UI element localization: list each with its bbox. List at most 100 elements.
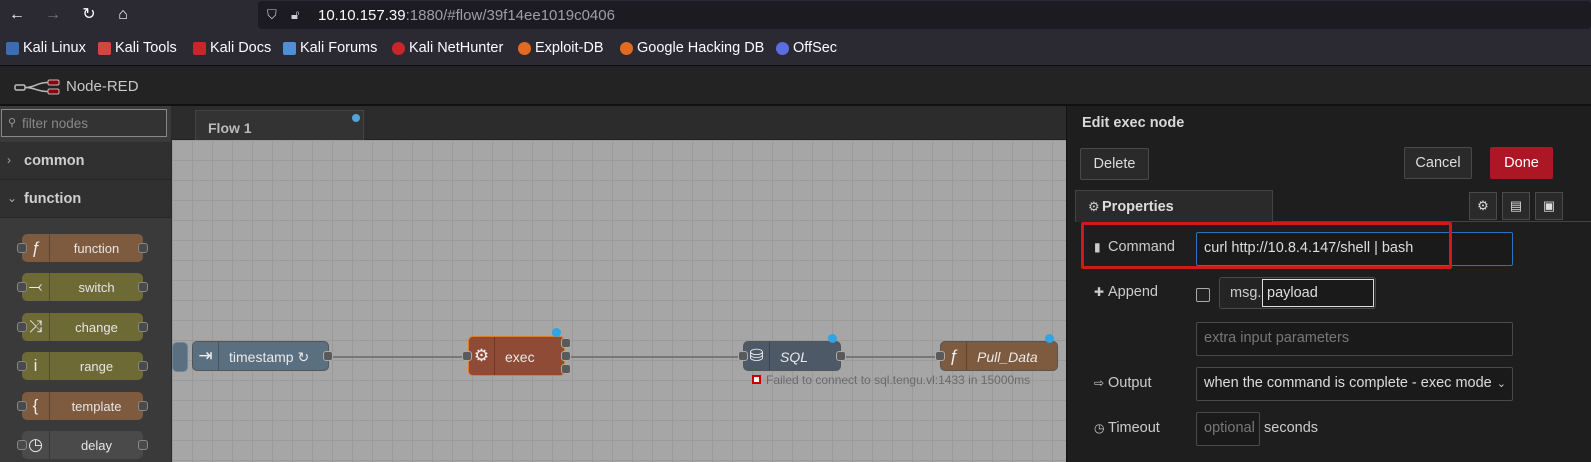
workspace-tabs: Flow 1 <box>172 106 1066 140</box>
palette-node-function[interactable]: ƒ function <box>17 234 148 262</box>
command-highlight-box <box>1081 222 1452 269</box>
append-checkbox[interactable] <box>1196 288 1210 302</box>
append-msg-field: msg. payload <box>1219 277 1376 309</box>
home-icon[interactable]: ⌂ <box>112 4 134 26</box>
flow-node-timestamp[interactable]: ⇥ timestamp ↻ <box>192 341 329 371</box>
cancel-button[interactable]: Cancel <box>1404 147 1472 179</box>
bookmark-kali-linux[interactable]: Kali Linux <box>6 40 86 56</box>
seconds-label: seconds <box>1264 420 1319 436</box>
error-status-icon <box>752 375 761 384</box>
timer-icon: ◷ <box>22 431 50 459</box>
input-port[interactable] <box>462 351 472 361</box>
kali-tools-icon <box>98 41 111 55</box>
bookmark-kali-nethunter[interactable]: Kali NetHunter <box>392 40 503 56</box>
timeout-input[interactable]: optional <box>1196 412 1260 446</box>
changed-dot <box>552 328 561 337</box>
plus-icon: ✚ <box>1094 285 1105 299</box>
shield-icon: ⛉ <box>267 7 277 22</box>
inject-icon: ⇥ <box>193 342 219 370</box>
palette-node-range[interactable]: i range <box>17 352 148 380</box>
timeout-label: ◷ Timeout <box>1094 420 1160 436</box>
inject-button[interactable] <box>172 342 188 372</box>
offsec-icon <box>776 41 789 55</box>
bookmark-kali-tools[interactable]: Kali Tools <box>98 40 177 56</box>
output-port[interactable] <box>561 338 571 348</box>
filter-nodes-input[interactable]: ⚲ filter nodes <box>1 109 167 137</box>
browser-toolbar: ← → ↻ ⌂ ⛉ 🔓︎ 10.10.157.39:1880/#flow/39f… <box>0 0 1591 30</box>
palette-node-switch[interactable]: ⤙ switch <box>17 273 148 301</box>
settings-gear-button[interactable]: ⚙ <box>1469 192 1497 220</box>
reload-icon[interactable]: ↻ <box>78 4 100 26</box>
wire[interactable] <box>568 356 744 358</box>
address-bar[interactable]: ⛉ 🔓︎ 10.10.157.39:1880/#flow/39f14ee1019… <box>258 1 1591 29</box>
wire[interactable] <box>329 356 469 358</box>
range-icon: i <box>22 352 50 380</box>
changed-dot <box>828 334 837 343</box>
clock-icon: ◷ <box>1094 421 1105 435</box>
forward-icon[interactable]: → <box>42 4 64 26</box>
tab-properties[interactable]: ⚙ Properties <box>1075 190 1273 222</box>
done-button[interactable]: Done <box>1490 147 1553 179</box>
input-port[interactable] <box>738 351 748 361</box>
nethunter-icon <box>392 41 405 55</box>
gear-icon: ⚙ <box>469 337 495 375</box>
palette-node-delay[interactable]: ◷ delay <box>17 431 148 459</box>
url-text: 10.10.157.39:1880/#flow/39f14ee1019c0406 <box>318 7 615 24</box>
sql-status-text: Failed to connect to sql.tengu.vl:1433 i… <box>766 373 1031 387</box>
output-port[interactable] <box>323 351 333 361</box>
app-title: Node-RED <box>66 78 139 95</box>
node-red-logo <box>14 79 60 95</box>
output-port[interactable] <box>561 364 571 374</box>
back-icon[interactable]: ← <box>6 4 28 26</box>
template-icon: { <box>22 392 50 420</box>
category-function[interactable]: ⌄ function <box>0 180 171 218</box>
append-property-input[interactable]: payload <box>1262 279 1374 307</box>
changed-dot <box>352 114 360 122</box>
edit-tray: Edit exec node Delete Cancel Done ⚙ Prop… <box>1066 106 1591 462</box>
insecure-lock-icon[interactable]: 🔓︎ <box>291 7 299 23</box>
input-port[interactable] <box>935 351 945 361</box>
description-button[interactable]: ▤ <box>1502 192 1530 220</box>
change-icon: ⤨ <box>22 313 50 341</box>
delete-button[interactable]: Delete <box>1080 148 1149 180</box>
function-icon: ƒ <box>22 234 50 262</box>
tray-title: Edit exec node <box>1082 115 1185 131</box>
flow-canvas[interactable]: ⇥ timestamp ↻ ⚙ exec ⛁ SQL Failed to con… <box>172 140 1066 462</box>
output-port[interactable] <box>561 351 571 361</box>
ghdb-icon <box>620 41 633 55</box>
kali-icon <box>6 41 19 55</box>
category-common[interactable]: › common <box>0 142 171 180</box>
appearance-button[interactable]: ▣ <box>1535 192 1563 220</box>
palette-node-change[interactable]: ⤨ change <box>17 313 148 341</box>
bookmark-google-hacking-db[interactable]: Google Hacking DB <box>620 40 764 56</box>
bookmark-exploit-db[interactable]: Exploit-DB <box>518 40 604 56</box>
append-label: ✚ Append <box>1094 284 1158 300</box>
flow-node-pull-data[interactable]: ƒ Pull_Data <box>940 341 1058 371</box>
sign-out-icon: ⇨ <box>1094 376 1105 390</box>
switch-icon: ⤙ <box>22 273 50 301</box>
chevron-right-icon: › <box>7 153 11 167</box>
kali-docs-icon <box>193 41 206 55</box>
node-palette: ⚲ filter nodes › common ⌄ function ƒ fun… <box>0 106 172 462</box>
tab-flow-1[interactable]: Flow 1 <box>195 110 364 140</box>
changed-dot <box>1045 334 1054 343</box>
wire[interactable] <box>842 356 942 358</box>
flow-node-sql[interactable]: ⛁ SQL <box>743 341 841 371</box>
flow-node-exec[interactable]: ⚙ exec <box>468 336 565 376</box>
kali-forums-icon <box>283 41 296 55</box>
chevron-down-icon: ⌄ <box>1496 378 1506 390</box>
bookmark-kali-docs[interactable]: Kali Docs <box>193 40 271 56</box>
exploit-db-icon <box>518 41 531 55</box>
bookmarks-bar: Kali Linux Kali Tools Kali Docs Kali For… <box>0 30 1591 66</box>
app-header: Node-RED <box>0 66 1591 106</box>
bookmark-kali-forums[interactable]: Kali Forums <box>283 40 377 56</box>
bookmark-offsec[interactable]: OffSec <box>776 40 837 56</box>
output-port[interactable] <box>836 351 846 361</box>
search-icon: ⚲ <box>8 117 17 129</box>
output-select[interactable]: when the command is complete - exec mode… <box>1196 367 1513 401</box>
output-label: ⇨ Output <box>1094 375 1152 391</box>
gear-icon: ⚙ <box>1088 199 1100 214</box>
chevron-down-icon: ⌄ <box>7 191 18 205</box>
extra-params-input[interactable]: extra input parameters <box>1196 322 1513 356</box>
palette-node-template[interactable]: { template <box>17 392 148 420</box>
